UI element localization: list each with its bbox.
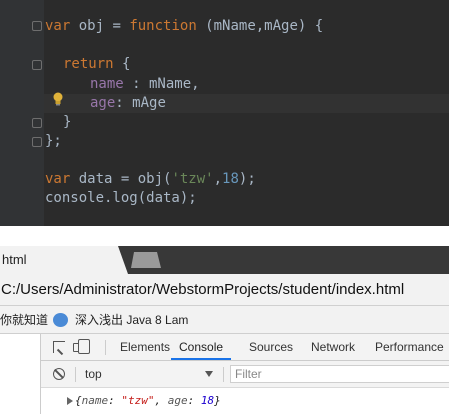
- code-text: );: [238, 171, 256, 187]
- code-number: 18: [222, 171, 239, 187]
- code-text: {: [113, 56, 131, 72]
- code-line[interactable]: age: mAge: [90, 94, 166, 113]
- code-text: console.log(data);: [45, 190, 197, 206]
- clear-console-icon[interactable]: [53, 368, 65, 380]
- code-property: age: [90, 95, 116, 111]
- object-separator: :: [187, 394, 201, 407]
- code-text: }: [63, 114, 72, 130]
- console-output-row[interactable]: {name: "tzw", age: 18}: [41, 388, 449, 414]
- context-selector[interactable]: top: [85, 361, 102, 387]
- object-key: age: [167, 394, 188, 407]
- object-separator: :: [108, 394, 122, 407]
- code-text: : mAge: [115, 95, 166, 111]
- code-string: 'tzw': [171, 171, 214, 187]
- code-line[interactable]: var obj = function (mName,mAge) {: [45, 17, 323, 36]
- inspect-element-icon[interactable]: [53, 341, 65, 353]
- address-text: C:/Users/Administrator/WebstormProjects/…: [1, 281, 405, 298]
- bookmark-item[interactable]: 你就知道: [0, 306, 48, 333]
- fold-toggle-icon[interactable]: [32, 137, 42, 147]
- new-tab-button[interactable]: [131, 252, 161, 268]
- toolbar-divider: [105, 340, 106, 355]
- code-line[interactable]: return {: [63, 55, 130, 74]
- toolbar-divider: [75, 367, 76, 382]
- tab-elements[interactable]: Elements: [120, 334, 170, 360]
- fold-toggle-icon[interactable]: [32, 21, 42, 31]
- chevron-down-icon[interactable]: [205, 371, 213, 377]
- code-keyword: var: [45, 171, 71, 187]
- screenshot-gap: [0, 226, 449, 246]
- expand-arrow-icon[interactable]: [67, 397, 73, 405]
- toolbar-divider: [223, 367, 224, 382]
- devtools-tab-bar: Elements Console Sources Network Perform…: [41, 334, 449, 361]
- code-text: obj =: [70, 18, 130, 34]
- tab-sources[interactable]: Sources: [249, 334, 293, 360]
- code-editor[interactable]: var obj = function (mName,mAge) { return…: [0, 0, 449, 226]
- code-text: (mName,mAge) {: [196, 18, 324, 34]
- address-bar[interactable]: C:/Users/Administrator/WebstormProjects/…: [0, 274, 449, 306]
- code-text: ,: [213, 171, 223, 187]
- console-object-preview: {name: "tzw", age: 18}: [75, 388, 221, 414]
- object-string-value: "tzw": [121, 394, 155, 407]
- code-line[interactable]: }: [63, 113, 71, 132]
- console-toolbar: top: [41, 361, 449, 388]
- filter-input[interactable]: [230, 365, 449, 383]
- object-brace: }: [214, 394, 221, 407]
- lightbulb-icon[interactable]: [52, 92, 64, 106]
- editor-gutter: [0, 0, 44, 226]
- tab-performance[interactable]: Performance: [375, 334, 444, 360]
- object-separator: ,: [154, 394, 168, 407]
- browser-tab-title: html: [2, 252, 27, 267]
- bookmarks-bar: 你就知道 深入浅出 Java 8 Lam: [0, 306, 449, 334]
- object-key: name: [81, 394, 109, 407]
- tab-console[interactable]: Console: [171, 334, 232, 360]
- fold-toggle-icon[interactable]: [32, 60, 42, 70]
- browser-tab[interactable]: html: [0, 246, 128, 274]
- tab-network[interactable]: Network: [311, 334, 355, 360]
- object-number-value: 18: [200, 394, 215, 407]
- code-line[interactable]: };: [45, 132, 62, 151]
- code-line[interactable]: console.log(data);: [45, 189, 197, 208]
- devtools-panel: Elements Console Sources Network Perform…: [40, 334, 449, 414]
- code-property: name: [90, 76, 124, 92]
- code-text: data = obj(: [70, 171, 172, 187]
- device-toolbar-icon[interactable]: [73, 339, 90, 354]
- code-line[interactable]: name : mName,: [90, 75, 200, 94]
- code-keyword: var: [45, 18, 71, 34]
- code-text: : mName,: [123, 76, 200, 92]
- bookmark-favicon-icon: [53, 313, 68, 327]
- object-brace: {: [75, 394, 82, 407]
- code-keyword: return: [63, 56, 114, 72]
- code-text: };: [45, 133, 62, 149]
- code-line[interactable]: var data = obj('tzw',18);: [45, 170, 256, 189]
- code-keyword: function: [129, 18, 197, 34]
- bookmark-item[interactable]: 深入浅出 Java 8 Lam: [75, 306, 188, 333]
- fold-toggle-icon[interactable]: [32, 118, 42, 128]
